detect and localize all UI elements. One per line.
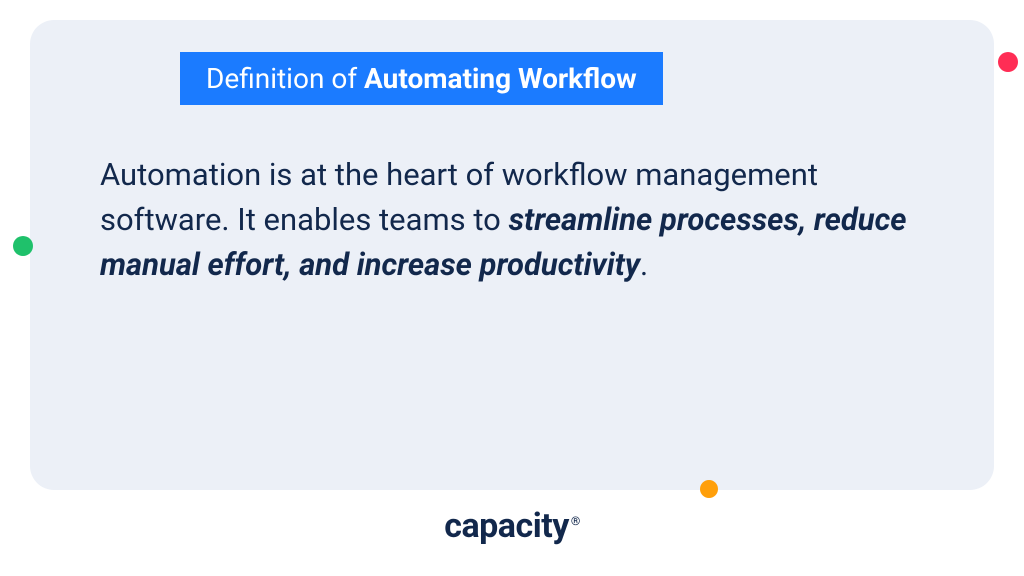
decorative-dot-green (13, 236, 33, 256)
brand-registered-mark: ® (571, 514, 580, 528)
title-prefix: Definition of (206, 62, 364, 95)
brand-name: capacity (444, 506, 569, 546)
body-tail: . (640, 246, 648, 283)
title-banner: Definition of Automating Workflow (180, 52, 663, 105)
body-paragraph: Automation is at the heart of workflow m… (100, 153, 924, 288)
decorative-dot-red (998, 52, 1018, 72)
decorative-dot-orange (700, 480, 718, 498)
content-card: Definition of Automating Workflow Automa… (30, 20, 994, 490)
brand-logo: capacity ® (0, 506, 1024, 546)
title-bold: Automating Workflow (364, 62, 637, 95)
